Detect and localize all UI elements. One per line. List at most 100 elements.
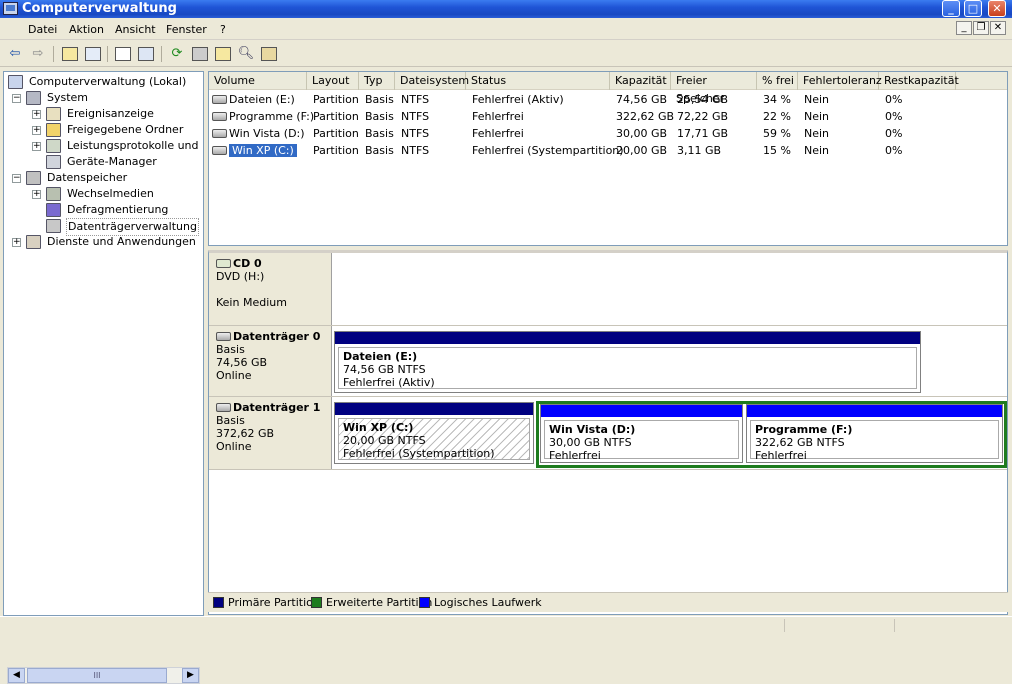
table-cell: Partition: [313, 110, 359, 123]
expand-icon[interactable]: +: [32, 126, 41, 135]
scroll-right-icon[interactable]: ▶: [182, 668, 199, 683]
child-restore-button[interactable]: ❐: [973, 21, 989, 35]
table-cell: 322,62 GB: [616, 110, 675, 123]
column-header-freier-speicher[interactable]: Freier Speicher: [671, 72, 757, 105]
logical-drive-bar: [747, 405, 1002, 417]
open-folder-icon[interactable]: [214, 45, 232, 63]
up-folder-icon[interactable]: [61, 45, 79, 63]
table-cell: 0%: [885, 144, 903, 157]
collapse-icon[interactable]: −: [12, 94, 21, 103]
search-icon[interactable]: 🔍︎: [237, 45, 255, 63]
table-row[interactable]: Programme (F:) Partition Basis NTFS Fehlerfr…: [209, 108, 1007, 125]
console-tree: Computerverwaltung (Lokal) − System + Er…: [3, 71, 204, 684]
partition-dateien-e[interactable]: Dateien (E:) 74,56 GB NTFS Fehlerfrei (A…: [334, 331, 921, 393]
settings-icon[interactable]: [191, 45, 209, 63]
disk-label-disk1[interactable]: Datenträger 1 Basis 372,62 GB Online: [209, 397, 332, 469]
scroll-thumb[interactable]: III: [27, 668, 167, 683]
device-manager-icon: [46, 155, 61, 169]
primary-partition-bar: [335, 332, 920, 344]
table-cell: 30,00 GB: [616, 127, 668, 140]
table-cell: 0%: [885, 110, 903, 123]
collapse-icon[interactable]: −: [12, 174, 21, 183]
expand-icon[interactable]: +: [32, 110, 41, 119]
table-cell: 3,11 GB: [677, 144, 722, 157]
table-row[interactable]: Win Vista (D:) Partition Basis NTFS Fehlerfr…: [209, 125, 1007, 142]
table-cell: Partition: [313, 93, 359, 106]
disk-volume-icon: [212, 95, 227, 104]
table-cell: Fehlerfrei (Aktiv): [472, 93, 564, 106]
column-header-dateisystem[interactable]: Dateisystem: [395, 72, 469, 90]
volume-list-header: Volume Layout Typ Dateisystem Status Kap…: [209, 72, 1007, 105]
primary-partition-bar: [335, 403, 533, 415]
column-header-kapazitaet[interactable]: Kapazität: [610, 72, 671, 90]
table-cell: Partition: [313, 144, 359, 157]
menu-datei[interactable]: Datei: [28, 23, 57, 36]
legend: Primäre Partition Erweiterte Partition L…: [208, 592, 1008, 612]
column-header-prozent-frei[interactable]: % frei: [757, 72, 798, 90]
partition-programme-f[interactable]: Programme (F:) 322,62 GB NTFS Fehlerfrei: [746, 404, 1003, 463]
back-arrow-icon[interactable]: ⇦: [6, 45, 24, 63]
computer-management-icon: [3, 2, 18, 15]
status-bar: [0, 616, 1012, 632]
show-hide-tree-icon[interactable]: [84, 45, 102, 63]
menu-ansicht[interactable]: Ansicht: [115, 23, 156, 36]
disk-volume-icon: [212, 129, 227, 138]
table-cell: Programme (F:): [212, 108, 314, 125]
table-row[interactable]: Dateien (E:) Partition Basis NTFS Fehlerfrei…: [209, 91, 1007, 108]
table-cell: 74,56 GB: [616, 93, 668, 106]
cdrom-icon: [216, 259, 231, 268]
menu-help[interactable]: ?: [220, 23, 226, 36]
tree-item-leistungsprotokolle[interactable]: + Leistungsprotokolle und Warnungen: [32, 138, 202, 154]
expand-icon[interactable]: +: [32, 142, 41, 151]
help-icon[interactable]: [137, 45, 155, 63]
table-cell: NTFS: [401, 144, 430, 157]
column-header-restkapazitaet[interactable]: Restkapazität: [879, 72, 959, 90]
table-cell: Nein: [804, 127, 830, 140]
column-header-fehlertoleranz[interactable]: Fehlertoleranz: [798, 72, 882, 90]
partition-win-vista-d[interactable]: Win Vista (D:) 30,00 GB NTFS Fehlerfrei: [540, 404, 743, 463]
close-button[interactable]: ✕: [988, 0, 1006, 17]
logical-drive-bar: [541, 405, 742, 417]
disk-label-cd0[interactable]: CD 0 DVD (H:) Kein Medium: [209, 253, 332, 325]
expand-icon[interactable]: +: [32, 190, 41, 199]
minimize-button[interactable]: _: [942, 0, 960, 17]
scroll-left-icon[interactable]: ◀: [8, 668, 25, 683]
disk-management-icon: [46, 219, 61, 233]
refresh-icon[interactable]: ⟳: [168, 45, 186, 63]
toolbar: ⇦ ⇨ ⟳ 🔍︎: [0, 41, 1012, 67]
child-close-button[interactable]: ✕: [990, 21, 1006, 35]
disk-icon: [216, 332, 231, 341]
column-header-status[interactable]: Status: [466, 72, 610, 90]
table-cell: Nein: [804, 110, 830, 123]
table-row[interactable]: Win XP (C:) Partition Basis NTFS Fehlerfrei …: [209, 142, 1007, 159]
table-cell: Fehlerfrei: [472, 127, 524, 140]
properties-icon[interactable]: [114, 45, 132, 63]
title-bar: Computerverwaltung _ □ ✕: [0, 0, 1012, 18]
computer-icon: [8, 75, 23, 89]
disk-properties-icon[interactable]: [260, 45, 278, 63]
table-cell: 25,54 GB: [677, 93, 729, 106]
column-header-volume[interactable]: Volume: [209, 72, 307, 90]
table-cell: Nein: [804, 93, 830, 106]
partition-win-xp-c[interactable]: Win XP (C:) 20,00 GB NTFS Fehlerfrei (Sy…: [334, 402, 534, 464]
table-cell: Fehlerfrei: [472, 110, 524, 123]
column-header-typ[interactable]: Typ: [359, 72, 395, 90]
column-header-layout[interactable]: Layout: [307, 72, 359, 90]
tree-horizontal-scrollbar[interactable]: ◀ III ▶: [7, 667, 200, 684]
table-cell: 59 %: [763, 127, 791, 140]
forward-arrow-icon[interactable]: ⇨: [29, 45, 47, 63]
expand-icon[interactable]: +: [12, 238, 21, 247]
child-minimize-button[interactable]: _: [956, 21, 972, 35]
disk-icon: [216, 403, 231, 412]
table-cell: 20,00 GB: [616, 144, 668, 157]
menu-fenster[interactable]: Fenster: [166, 23, 207, 36]
table-cell: Basis: [365, 127, 394, 140]
table-cell: 0%: [885, 93, 903, 106]
menu-aktion[interactable]: Aktion: [69, 23, 104, 36]
services-icon: [26, 235, 41, 249]
table-cell: 0%: [885, 127, 903, 140]
disk-label-disk0[interactable]: Datenträger 0 Basis 74,56 GB Online: [209, 326, 332, 396]
defragmenter-icon: [46, 203, 61, 217]
maximize-button[interactable]: □: [964, 0, 982, 17]
table-cell: Dateien (E:): [212, 91, 295, 108]
